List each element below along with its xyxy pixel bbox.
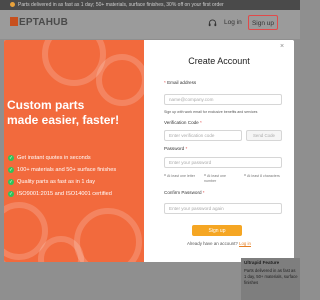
confirm-password-label: Confirm Password *	[164, 190, 205, 195]
info-icon	[10, 2, 15, 7]
password-rule-text: At least one number	[204, 174, 226, 183]
code-label-text: Verification Code	[164, 120, 199, 125]
login-prompt-text: Already have an account?	[187, 241, 238, 246]
logo-text: EPTAHUB	[19, 17, 68, 28]
form-title: Create Account	[188, 56, 250, 66]
password-rule: At least one letter	[164, 174, 198, 179]
feature-text: ISO9001:2015 and ISO14001 certified	[17, 191, 112, 197]
feature-list: ✓ Get instant quotes in seconds ✓ 100+ mat…	[8, 152, 116, 200]
feature-popup: Ultrapid Feature Parts delivered in as f…	[241, 258, 300, 300]
close-icon[interactable]: ×	[280, 43, 284, 50]
password-rule: At least one number	[204, 174, 238, 183]
promo-banner: Parts delivered in as fast as 1 day; 50+…	[0, 0, 300, 10]
login-prompt: Already have an account? Log in	[144, 241, 294, 246]
check-icon: ✓	[8, 155, 14, 161]
email-field[interactable]	[164, 94, 282, 105]
feature-text: Quality parts as fast as in 1 day	[17, 179, 96, 185]
confirm-password-label-text: Confirm Password	[164, 190, 202, 195]
form-login-link[interactable]: Log in	[239, 241, 251, 246]
code-label: Verification Code *	[164, 120, 202, 125]
check-icon: ✓	[8, 191, 14, 197]
password-rule-text: At least one letter	[167, 174, 195, 178]
signup-button[interactable]: Sign up	[248, 15, 278, 30]
gear-decoration	[74, 208, 142, 262]
password-label-text: Password	[164, 146, 185, 151]
verification-code-field[interactable]	[164, 130, 242, 141]
site-logo[interactable]: EPTAHUB	[10, 17, 68, 28]
logo-mark	[10, 17, 18, 26]
feature-text: Get instant quotes in seconds	[17, 155, 91, 161]
confirm-password-field[interactable]	[164, 203, 282, 214]
password-field[interactable]	[164, 157, 282, 168]
hero-panel: Custom parts made easier, faster! ✓ Get i…	[4, 40, 144, 262]
email-label: * Email address	[164, 80, 197, 85]
hero-headline-line1: Custom parts	[7, 98, 85, 112]
rule-dot-icon	[164, 174, 166, 176]
email-note: Sign up with work email for exclusive be…	[164, 110, 258, 114]
rule-dot-icon	[204, 174, 206, 176]
check-icon: ✓	[8, 179, 14, 185]
send-code-button[interactable]: Send Code	[246, 130, 282, 141]
signup-modal: Custom parts made easier, faster! ✓ Get i…	[4, 40, 294, 262]
hero-headline: Custom parts made easier, faster!	[7, 98, 119, 128]
feature-item: ✓ 100+ materials and 50+ surface finishes	[8, 164, 116, 176]
promo-banner-text: Parts delivered in as fast as 1 day; 50+…	[18, 2, 224, 8]
feature-popup-body: Parts delivered in as fast as 1 day, 50+…	[244, 268, 298, 285]
submit-signup-button[interactable]: Sign up	[192, 225, 242, 236]
email-label-text: Email address	[167, 80, 197, 85]
password-label: Password *	[164, 146, 188, 151]
feature-item: ✓ Quality parts as fast as in 1 day	[8, 176, 116, 188]
rule-dot-icon	[244, 174, 246, 176]
hero-headline-line2: made easier, faster!	[7, 113, 120, 127]
check-icon: ✓	[8, 167, 14, 173]
feature-popup-title: Ultrapid Feature	[244, 260, 280, 265]
feature-item: ✓ Get instant quotes in seconds	[8, 152, 116, 164]
login-link[interactable]: Log in	[224, 19, 242, 26]
password-rule-text: At least 8 characters	[247, 174, 280, 178]
signup-form: × Create Account * Email address Sign up…	[144, 40, 294, 262]
feature-item: ✓ ISO9001:2015 and ISO14001 certified	[8, 188, 116, 200]
feature-text: 100+ materials and 50+ surface finishes	[17, 167, 117, 173]
password-rule: At least 8 characters	[244, 174, 282, 179]
headset-icon[interactable]	[208, 19, 217, 27]
